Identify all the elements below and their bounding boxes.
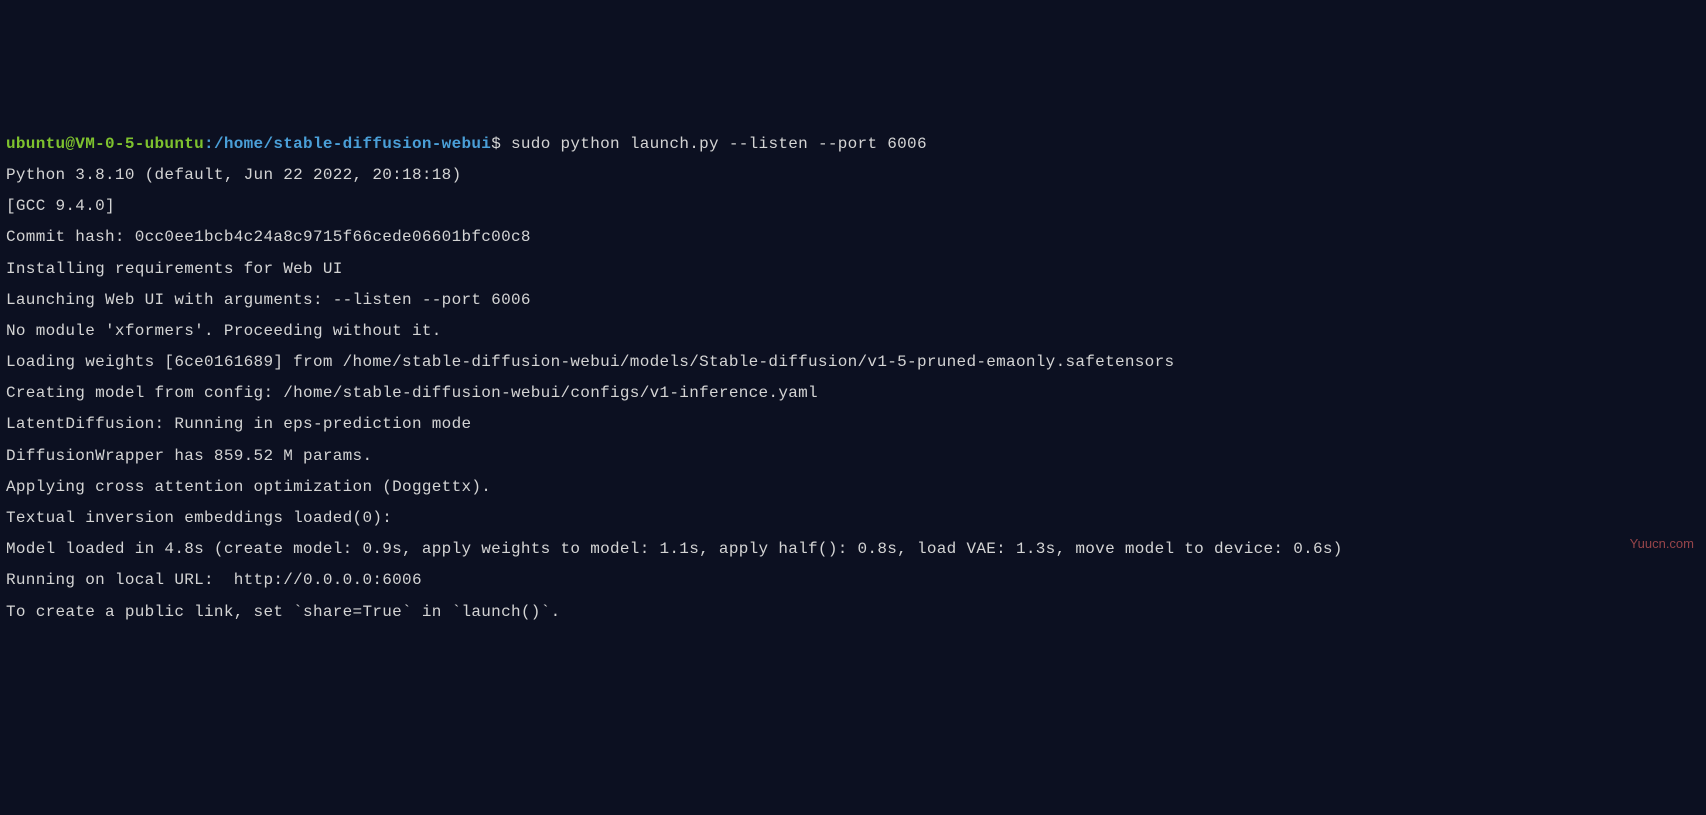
output-line: Commit hash: 0cc0ee1bcb4c24a8c9715f66ced… [6,222,1700,253]
output-line: No module 'xformers'. Proceeding without… [6,316,1700,347]
output-line: LatentDiffusion: Running in eps-predicti… [6,409,1700,440]
output-line: Launching Web UI with arguments: --liste… [6,285,1700,316]
prompt-separator: : [204,135,214,153]
output-line: Python 3.8.10 (default, Jun 22 2022, 20:… [6,160,1700,191]
prompt-dollar: $ [491,135,501,153]
prompt-line: ubuntu@VM-0-5-ubuntu:/home/stable-diffus… [6,129,1700,160]
output-line: Model loaded in 4.8s (create model: 0.9s… [6,534,1700,565]
terminal-window[interactable]: ubuntu@VM-0-5-ubuntu:/home/stable-diffus… [6,129,1700,628]
output-line: Installing requirements for Web UI [6,254,1700,285]
watermark: Yuucn.com [1630,531,1694,556]
output-line: DiffusionWrapper has 859.52 M params. [6,441,1700,472]
output-line: [GCC 9.4.0] [6,191,1700,222]
output-line: Loading weights [6ce0161689] from /home/… [6,347,1700,378]
output-line: Creating model from config: /home/stable… [6,378,1700,409]
output-line: Textual inversion embeddings loaded(0): [6,503,1700,534]
command-input[interactable]: sudo python launch.py --listen --port 60… [511,135,927,153]
output-line: Applying cross attention optimization (D… [6,472,1700,503]
prompt-user: ubuntu@VM-0-5-ubuntu [6,135,204,153]
output-line: Running on local URL: http://0.0.0.0:600… [6,565,1700,596]
output-line: To create a public link, set `share=True… [6,597,1700,628]
prompt-path: /home/stable-diffusion-webui [214,135,491,153]
